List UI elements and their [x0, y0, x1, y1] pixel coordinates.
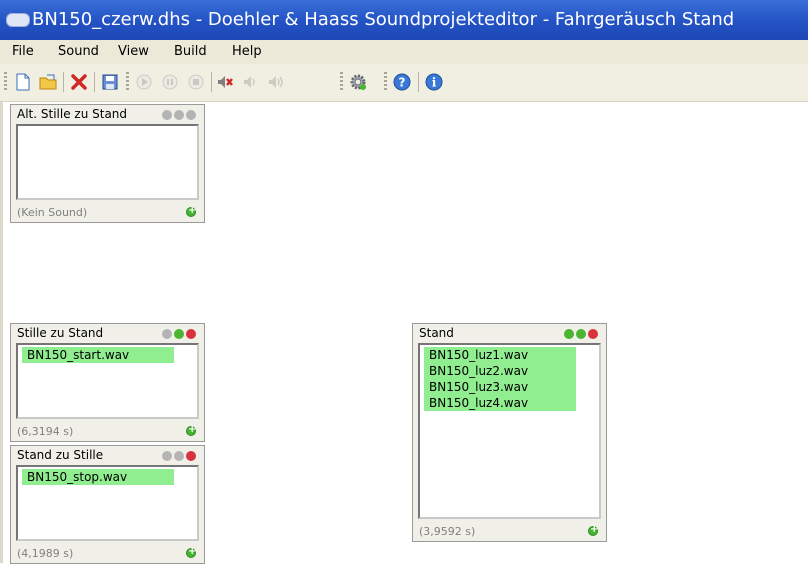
remove-icon[interactable] — [186, 451, 196, 461]
toolbar-separator — [211, 72, 212, 92]
duration-label: (Kein Sound) — [17, 206, 88, 219]
panel-stille-zu-stand[interactable]: Stille zu Stand BN150_start.wav (6,3194 … — [10, 323, 205, 442]
sound-listbox[interactable]: BN150_stop.wav — [16, 465, 199, 541]
sound-listbox[interactable] — [16, 124, 199, 200]
info-icon[interactable]: i — [424, 72, 444, 92]
panel-title: Stand — [419, 326, 454, 340]
speaker-mute-icon[interactable] — [215, 72, 235, 92]
list-item[interactable]: BN150_luz1.wav — [424, 347, 576, 363]
build-gear-icon[interactable] — [348, 72, 368, 92]
window-title: BN150_czerw.dhs - Doehler & Haass Soundp… — [32, 9, 735, 30]
title-bar: BN150_czerw.dhs - Doehler & Haass Soundp… — [0, 0, 808, 40]
panel-actions — [162, 110, 198, 122]
move-down-icon[interactable] — [174, 110, 184, 120]
play-icon[interactable] — [134, 72, 154, 92]
menu-file[interactable]: File — [12, 44, 34, 59]
panel-title: Stille zu Stand — [17, 326, 104, 340]
toolbar-separator — [63, 72, 64, 92]
toolbar-grip[interactable] — [4, 72, 7, 92]
menu-build[interactable]: Build — [174, 44, 207, 59]
help-icon[interactable]: ? — [392, 72, 412, 92]
move-down-icon[interactable] — [174, 451, 184, 461]
add-sound-icon[interactable] — [186, 546, 196, 558]
menu-help[interactable]: Help — [232, 44, 262, 59]
speaker-high-icon[interactable] — [266, 72, 286, 92]
panel-title: Stand zu Stille — [17, 448, 104, 462]
panel-stand-zu-stille[interactable]: Stand zu Stille BN150_stop.wav (4,1989 s… — [10, 445, 205, 564]
toolbar-separator — [94, 72, 95, 92]
remove-icon[interactable] — [186, 110, 196, 120]
add-sound-icon[interactable] — [186, 424, 196, 436]
list-item[interactable]: BN150_luz4.wav — [424, 395, 576, 411]
list-item[interactable]: BN150_start.wav — [22, 347, 174, 363]
panel-title: Alt. Stille zu Stand — [17, 107, 128, 121]
delete-x-icon[interactable] — [69, 72, 89, 92]
toolbar-grip[interactable] — [384, 72, 387, 92]
app-icon — [6, 13, 30, 27]
duration-label: (6,3194 s) — [17, 425, 74, 438]
menu-bar: File Sound View Build Help — [0, 40, 808, 64]
sound-listbox[interactable]: BN150_luz1.wav BN150_luz2.wav BN150_luz3… — [418, 343, 601, 519]
list-item[interactable]: BN150_luz2.wav — [424, 363, 576, 379]
workspace-left-border — [0, 102, 3, 563]
list-item[interactable]: BN150_stop.wav — [22, 469, 174, 485]
menu-view[interactable]: View — [118, 44, 149, 59]
menu-sound[interactable]: Sound — [58, 44, 99, 59]
panel-actions — [162, 451, 198, 463]
toolbar-separator — [418, 72, 419, 92]
pause-icon[interactable] — [160, 72, 180, 92]
panel-stand[interactable]: Stand BN150_luz1.wav BN150_luz2.wav BN15… — [412, 323, 607, 542]
svg-text:i: i — [432, 76, 437, 90]
move-up-icon[interactable] — [162, 329, 172, 339]
open-folder-icon[interactable] — [38, 72, 58, 92]
panel-alt-stille-zu-stand[interactable]: Alt. Stille zu Stand (Kein Sound) — [10, 104, 205, 223]
duration-label: (3,9592 s) — [419, 525, 476, 538]
panel-actions — [162, 329, 198, 341]
toolbar: ? i — [0, 64, 808, 102]
toolbar-grip[interactable] — [340, 72, 343, 92]
move-down-icon[interactable] — [174, 329, 184, 339]
remove-icon[interactable] — [588, 329, 598, 339]
sound-listbox[interactable]: BN150_start.wav — [16, 343, 199, 419]
list-item[interactable]: BN150_luz3.wav — [424, 379, 576, 395]
move-up-icon[interactable] — [162, 451, 172, 461]
save-icon[interactable] — [100, 72, 120, 92]
new-file-icon[interactable] — [13, 72, 33, 92]
svg-text:?: ? — [399, 76, 406, 90]
duration-label: (4,1989 s) — [17, 547, 74, 560]
remove-icon[interactable] — [186, 329, 196, 339]
toolbar-grip[interactable] — [126, 72, 129, 92]
add-sound-icon[interactable] — [186, 205, 196, 217]
move-up-icon[interactable] — [564, 329, 574, 339]
stop-icon[interactable] — [186, 72, 206, 92]
speaker-low-icon[interactable] — [241, 72, 261, 92]
panel-actions — [564, 329, 600, 341]
add-sound-icon[interactable] — [588, 524, 598, 536]
move-down-icon[interactable] — [576, 329, 586, 339]
move-up-icon[interactable] — [162, 110, 172, 120]
